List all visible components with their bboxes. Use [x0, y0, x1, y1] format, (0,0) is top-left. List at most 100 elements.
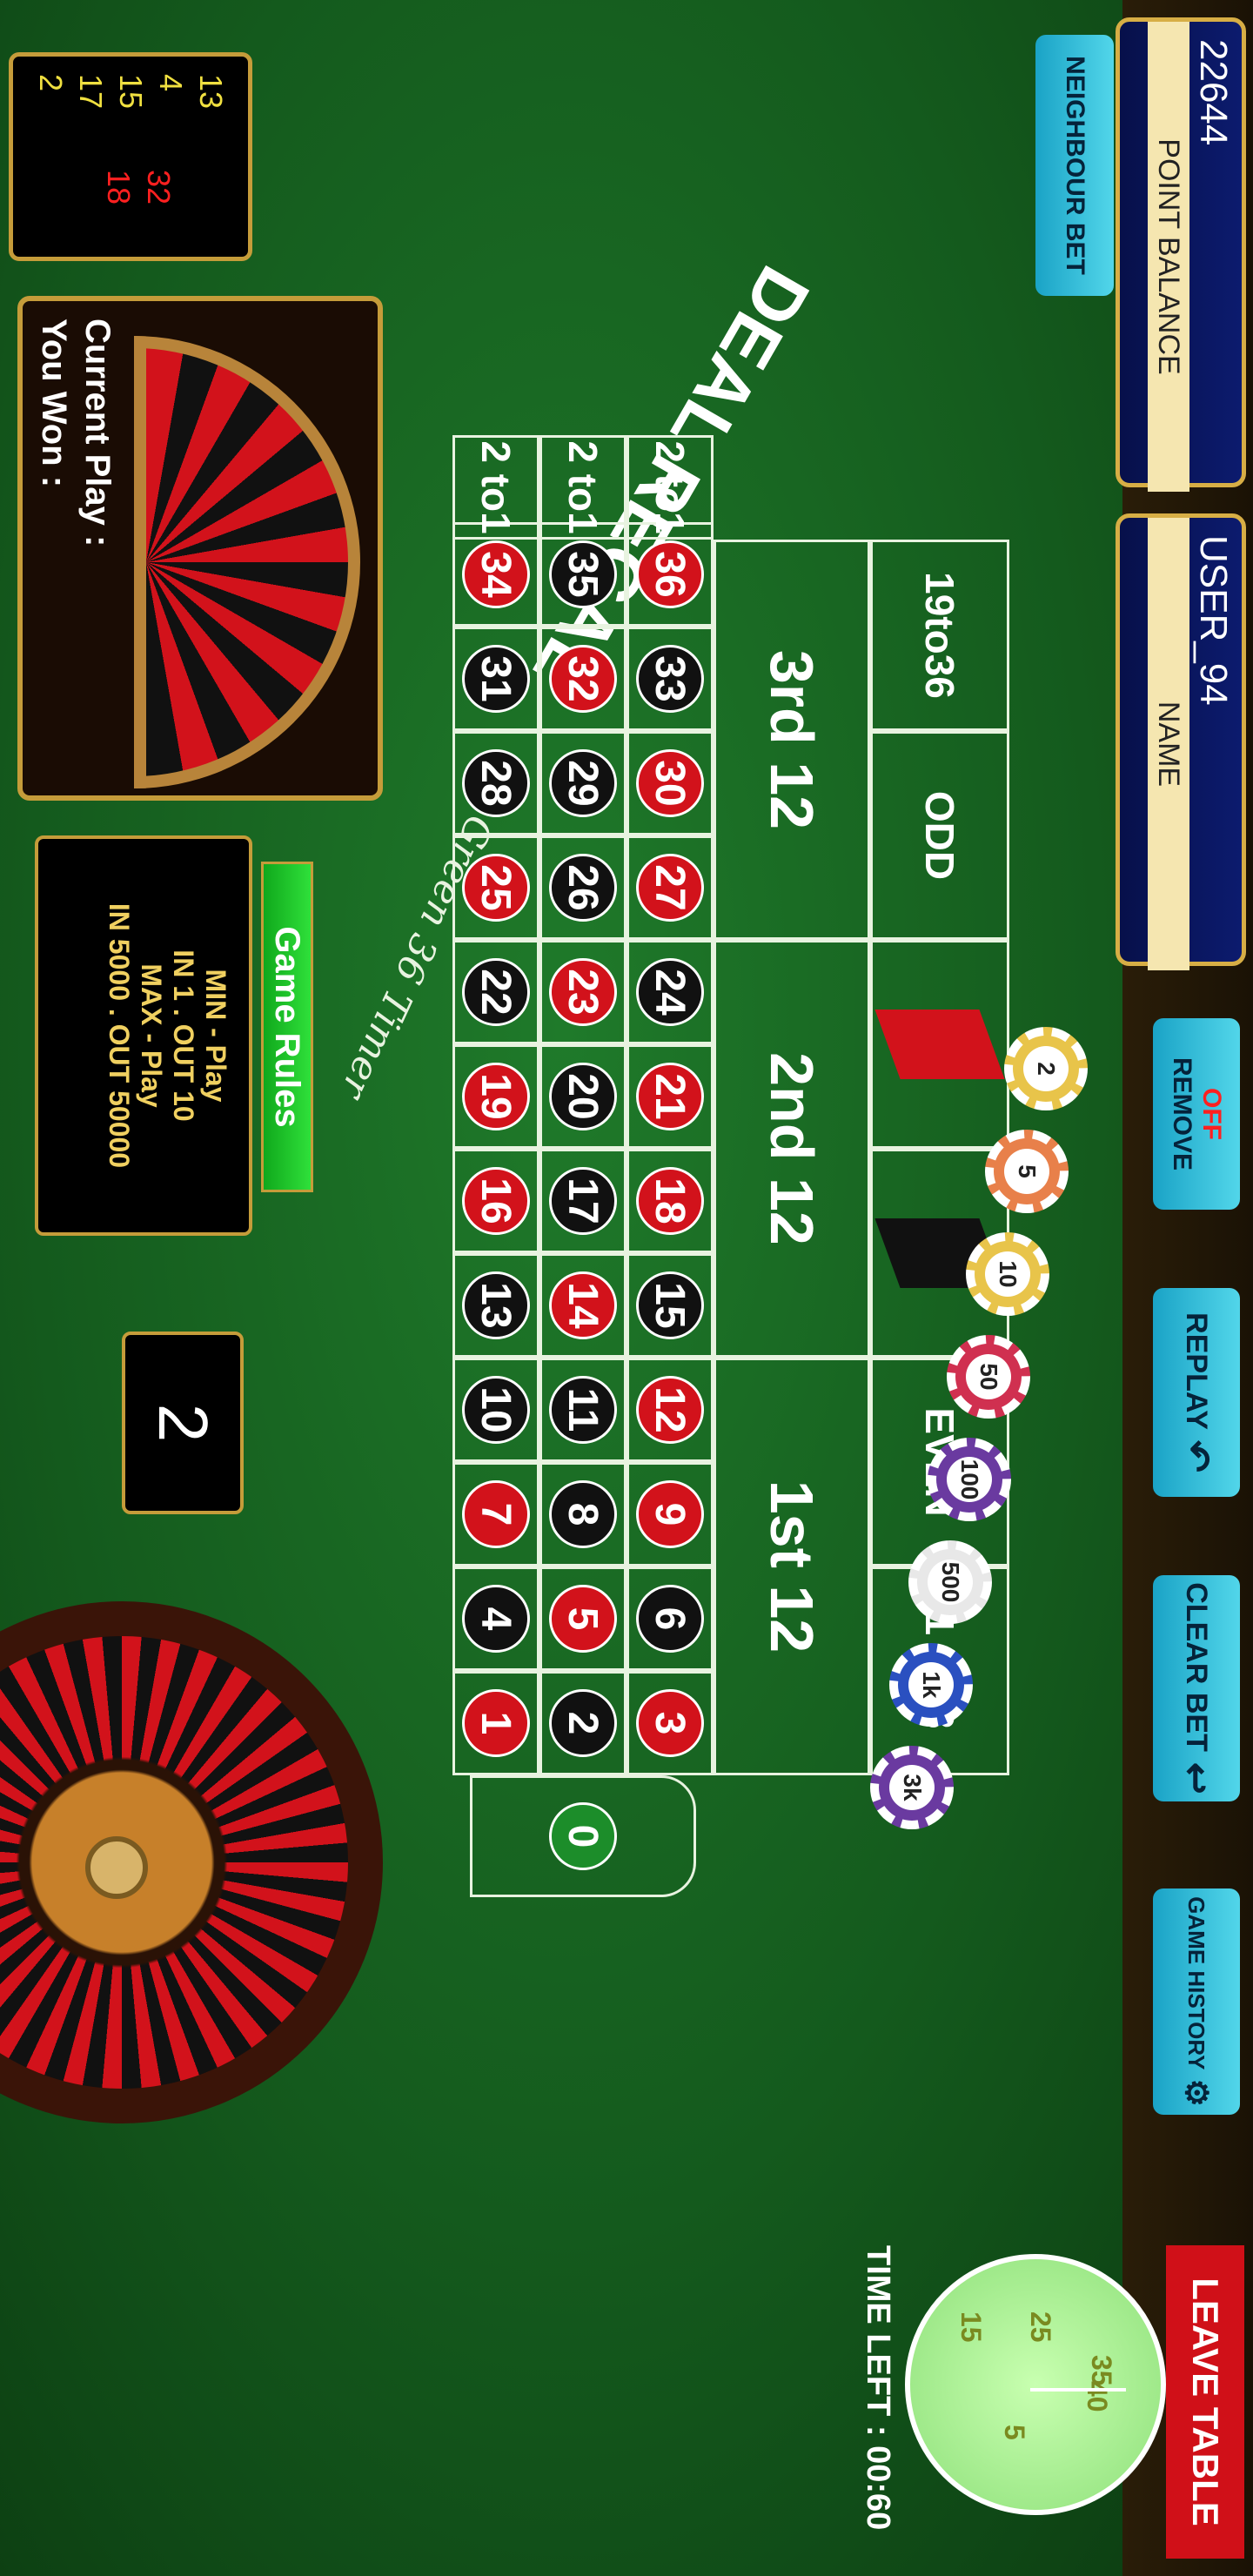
- bet-number[interactable]: 5: [539, 1566, 626, 1671]
- chip-500[interactable]: 500: [908, 1540, 992, 1624]
- bet-number[interactable]: 31: [452, 627, 539, 731]
- number-32: 32: [549, 645, 617, 713]
- bet-number[interactable]: 18: [626, 1149, 714, 1253]
- history-board: 13 4 15 17 2 32 18: [9, 52, 252, 261]
- game-rules-button[interactable]: Game Rules: [261, 862, 313, 1192]
- bet-number[interactable]: 15: [626, 1253, 714, 1358]
- chip-10[interactable]: 10: [966, 1232, 1049, 1316]
- bet-number[interactable]: 30: [626, 731, 714, 835]
- bet-number[interactable]: 29: [539, 731, 626, 835]
- balance-value: 22644: [1192, 39, 1235, 146]
- bet-number[interactable]: 21: [626, 1044, 714, 1149]
- bet-number[interactable]: 2: [539, 1671, 626, 1775]
- number-21: 21: [636, 1063, 704, 1130]
- number-27: 27: [636, 854, 704, 922]
- bet-number[interactable]: 25: [452, 835, 539, 940]
- limit-line: IN 5000 . OUT 50000: [104, 902, 135, 1169]
- bet-number[interactable]: 10: [452, 1358, 539, 1462]
- column-bet-1[interactable]: 2 to1: [452, 435, 539, 540]
- clear-icon: ↩: [1175, 1761, 1218, 1794]
- remove-state: OFF: [1197, 1088, 1226, 1140]
- leave-table-button[interactable]: LEAVE TABLE: [1166, 2245, 1244, 2559]
- bet-number[interactable]: 24: [626, 940, 714, 1044]
- chip-3k[interactable]: 3k: [870, 1746, 954, 1829]
- number-2: 2: [549, 1689, 617, 1757]
- chip-2[interactable]: 2: [1004, 1027, 1088, 1110]
- number-9: 9: [636, 1480, 704, 1548]
- outside-label: ODD: [917, 790, 962, 881]
- number-26: 26: [549, 854, 617, 922]
- history-number: 2: [33, 74, 69, 92]
- number-34: 34: [462, 540, 530, 608]
- chip-5[interactable]: 5: [985, 1130, 1069, 1213]
- name-label: NAME: [1148, 518, 1189, 970]
- number-4: 4: [462, 1585, 530, 1653]
- bet-number[interactable]: 1: [452, 1671, 539, 1775]
- last-number: 2: [122, 1332, 244, 1514]
- wheel-turret: [85, 1836, 148, 1899]
- number-20: 20: [549, 1063, 617, 1130]
- column-bet-2[interactable]: 2 to1: [539, 435, 626, 540]
- replay-button[interactable]: REPLAY ↶: [1153, 1288, 1240, 1497]
- bet-number[interactable]: 26: [539, 835, 626, 940]
- number-11: 11: [549, 1376, 617, 1444]
- dozen-label: 1st 12: [758, 1479, 826, 1654]
- chip-1k[interactable]: 1k: [889, 1643, 973, 1727]
- bet-zero[interactable]: 0: [470, 1775, 696, 1897]
- column-bet-label: 2 to1: [647, 440, 693, 534]
- bet-number[interactable]: 4: [452, 1566, 539, 1671]
- number-17: 17: [549, 1167, 617, 1235]
- bet-number[interactable]: 28: [452, 731, 539, 835]
- timer-hand: [1030, 2388, 1126, 2392]
- number-22: 22: [462, 958, 530, 1026]
- chip-value: 100: [947, 1457, 992, 1502]
- number-12: 12: [636, 1376, 704, 1444]
- number-15: 15: [636, 1271, 704, 1339]
- dozen-bet-3[interactable]: 3rd 12: [714, 540, 870, 940]
- remove-label: REMOVE: [1168, 1057, 1196, 1171]
- number-8: 8: [549, 1480, 617, 1548]
- bet-number[interactable]: 23: [539, 940, 626, 1044]
- bet-number[interactable]: 8: [539, 1462, 626, 1566]
- bet-number[interactable]: 19: [452, 1044, 539, 1149]
- limits-panel: MIN - Play IN 1 . OUT 10 MAX - Play IN 5…: [35, 835, 252, 1236]
- column-bet-3[interactable]: 2 to1: [626, 435, 714, 540]
- number-30: 30: [636, 749, 704, 817]
- bet-number[interactable]: 17: [539, 1149, 626, 1253]
- bet-number[interactable]: 12: [626, 1358, 714, 1462]
- bet-number[interactable]: 20: [539, 1044, 626, 1149]
- limit-line: MAX - Play: [136, 963, 167, 1108]
- bet-odd[interactable]: ODD: [870, 731, 1009, 940]
- number-18: 18: [636, 1167, 704, 1235]
- game-history-button[interactable]: GAME HISTORY ⚙: [1153, 1888, 1240, 2115]
- bet-number[interactable]: 3: [626, 1671, 714, 1775]
- chip-value: 3k: [889, 1765, 935, 1810]
- chip-50[interactable]: 50: [947, 1335, 1030, 1419]
- history-number: 18: [101, 170, 137, 205]
- bet-number[interactable]: 6: [626, 1566, 714, 1671]
- chip-value: 2: [1023, 1046, 1069, 1091]
- name-panel: NAME USER_94: [1116, 513, 1246, 970]
- bet-number[interactable]: 11: [539, 1358, 626, 1462]
- chip-100[interactable]: 100: [928, 1438, 1011, 1521]
- remove-button[interactable]: OFF REMOVE: [1153, 1018, 1240, 1210]
- bet-number[interactable]: 13: [452, 1253, 539, 1358]
- current-play-label: Current Play :: [78, 319, 117, 547]
- bet-number[interactable]: 16: [452, 1149, 539, 1253]
- chip-value: 500: [928, 1560, 973, 1605]
- bet-number[interactable]: 7: [452, 1462, 539, 1566]
- bet-number[interactable]: 9: [626, 1462, 714, 1566]
- dial-number: 25: [1025, 2311, 1056, 2343]
- bet-number[interactable]: 22: [452, 940, 539, 1044]
- neighbour-bet-button[interactable]: NEIGHBOUR BET: [1035, 35, 1114, 296]
- history-number: 32: [141, 170, 177, 205]
- chip-value: 50: [966, 1354, 1011, 1399]
- bet-19-to-36[interactable]: 19to36: [870, 540, 1009, 731]
- clear-bet-button[interactable]: CLEAR BET ↩: [1153, 1575, 1240, 1801]
- bet-number[interactable]: 14: [539, 1253, 626, 1358]
- number-5: 5: [549, 1585, 617, 1653]
- bet-number[interactable]: 27: [626, 835, 714, 940]
- history-number: 17: [73, 74, 109, 110]
- bet-number[interactable]: 33: [626, 627, 714, 731]
- bet-number[interactable]: 32: [539, 627, 626, 731]
